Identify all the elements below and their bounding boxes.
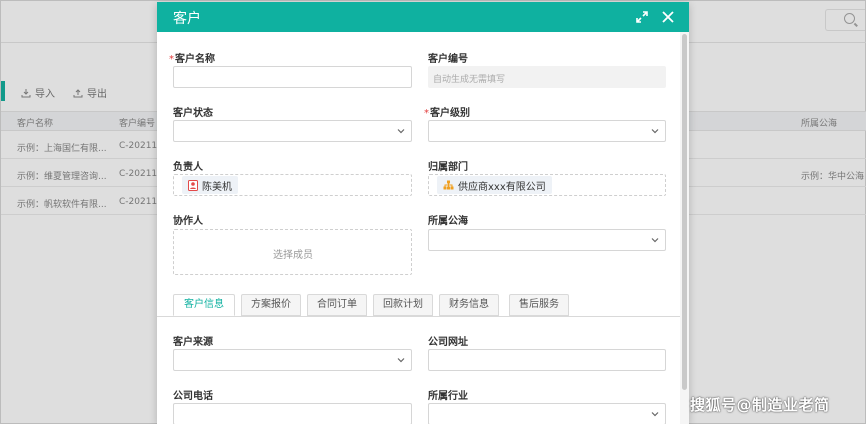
- customer-status-select[interactable]: [173, 120, 412, 142]
- tab-after-sales[interactable]: 售后服务: [509, 294, 569, 316]
- phone-input[interactable]: [173, 403, 412, 424]
- customer-name-input[interactable]: [173, 66, 412, 88]
- expand-icon[interactable]: [635, 10, 649, 24]
- industry-select[interactable]: [428, 403, 666, 424]
- tab-customer-info[interactable]: 客户信息: [173, 294, 235, 316]
- department-chip[interactable]: 供应商xxx有限公司: [437, 176, 552, 194]
- website-label: 公司网址: [428, 337, 468, 348]
- owner-chip[interactable]: 陈美机: [182, 176, 238, 194]
- customer-level-select[interactable]: [428, 120, 666, 142]
- chevron-down-icon: [651, 129, 659, 134]
- department-field[interactable]: 供应商xxx有限公司: [428, 174, 666, 196]
- pool-label: 所属公海: [428, 216, 468, 227]
- customer-status-label: 客户状态: [173, 108, 213, 119]
- tab-contract-order[interactable]: 合同订单: [307, 294, 367, 316]
- website-input[interactable]: [428, 349, 666, 371]
- scrollbar-thumb[interactable]: [682, 34, 687, 390]
- phone-label: 公司电话: [173, 391, 213, 402]
- collaborator-field[interactable]: 选择成员: [173, 229, 412, 275]
- industry-label: 所属行业: [428, 391, 468, 402]
- watermark: 搜狐号@制造业老简: [690, 396, 830, 414]
- chevron-down-icon: [397, 129, 405, 134]
- customer-code-input: 自动生成无需填写: [428, 66, 666, 88]
- modal-body: *客户名称 客户编号 自动生成无需填写 客户状态 *客户级别 负责人 陈美机 归…: [157, 32, 689, 424]
- tab-payment-plan[interactable]: 回款计划: [373, 294, 433, 316]
- owner-label: 负责人: [173, 162, 203, 173]
- required-mark: *: [424, 108, 429, 119]
- department-name: 供应商xxx有限公司: [458, 181, 546, 193]
- customer-modal: 客户 *客户名称 客户编号 自动生成无需填写 客户状态 *客户级别 负责人 陈美…: [157, 2, 689, 424]
- tab-finance-info[interactable]: 财务信息: [439, 294, 499, 316]
- chevron-down-icon: [397, 358, 405, 363]
- source-select[interactable]: [173, 349, 412, 371]
- owner-name: 陈美机: [202, 181, 232, 193]
- required-mark: *: [169, 54, 174, 65]
- tab-quotation[interactable]: 方案报价: [241, 294, 301, 316]
- customer-level-label: *客户级别: [424, 108, 470, 119]
- chevron-down-icon: [651, 238, 659, 243]
- customer-name-label: *客户名称: [169, 54, 215, 65]
- collaborator-label: 协作人: [173, 216, 203, 227]
- customer-code-label: 客户编号: [428, 54, 468, 65]
- modal-title: 客户: [173, 11, 201, 27]
- source-label: 客户来源: [173, 337, 213, 348]
- org-icon: [443, 180, 454, 190]
- close-icon[interactable]: [660, 9, 676, 25]
- tabs-divider: [157, 316, 683, 317]
- pool-select[interactable]: [428, 229, 666, 251]
- owner-field[interactable]: 陈美机: [173, 174, 412, 196]
- chevron-down-icon: [651, 412, 659, 417]
- modal-header: 客户: [157, 2, 689, 32]
- department-label: 归属部门: [428, 162, 468, 173]
- user-icon: [188, 179, 198, 191]
- collaborator-placeholder: 选择成员: [273, 250, 313, 261]
